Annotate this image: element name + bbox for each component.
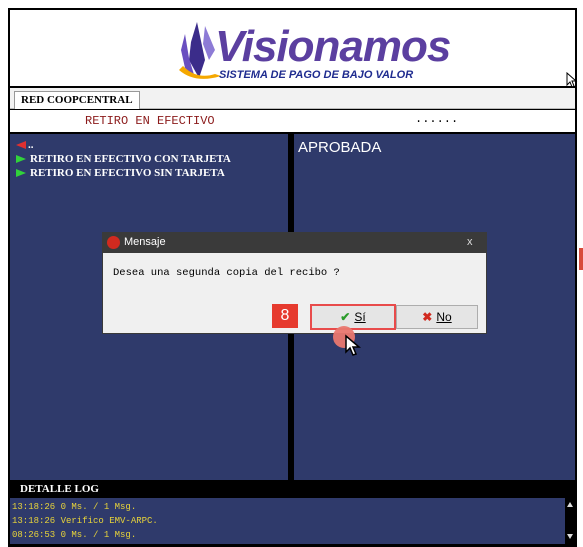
scroll-up-icon[interactable] — [567, 502, 573, 507]
log-header: DETALLE LOG — [10, 482, 575, 497]
green-arrow-icon — [16, 169, 26, 178]
menu-option-label: RETIRO EN EFECTIVO CON TARJETA — [30, 153, 231, 165]
close-icon[interactable]: x — [467, 236, 473, 248]
mouse-pointer-icon — [345, 334, 362, 356]
tab-bar: RED COOPCENTRAL — [10, 88, 575, 109]
yes-button-label: Sí — [354, 310, 366, 324]
logo-subtitle: SISTEMA DE PAGO DE BAJO VALOR — [219, 69, 414, 81]
menu-back-label: .. — [28, 139, 34, 151]
menu-option-con-tarjeta[interactable]: RETIRO EN EFECTIVO CON TARJETA — [16, 153, 231, 165]
transaction-header: RETIRO EN EFECTIVO ...... — [10, 110, 575, 132]
log-line: 08:26:53 0 Ms. / 1 Msg. — [12, 530, 137, 540]
check-icon: ✔ — [340, 310, 351, 324]
transaction-title: RETIRO EN EFECTIVO — [85, 114, 215, 128]
dialog-message: Desea una segunda copia del recibo ? — [113, 267, 340, 279]
logo-wordmark: Visionamos — [215, 22, 451, 71]
transaction-field: ...... — [415, 112, 459, 126]
hand-icon — [107, 236, 120, 249]
menu-option-label: RETIRO EN EFECTIVO SIN TARJETA — [30, 167, 225, 179]
mouse-cursor-icon — [566, 72, 578, 88]
no-button[interactable]: ✖ No — [396, 305, 478, 329]
step-badge: 8 — [272, 304, 298, 328]
log-line: 13:18:26 0 Ms. / 1 Msg. — [12, 502, 137, 512]
transaction-status: APROBADA — [298, 139, 382, 156]
visionamos-logo: Visionamos SISTEMA DE PAGO DE BAJO VALOR — [175, 16, 451, 82]
dialog-titlebar[interactable]: Mensaje x — [103, 233, 486, 253]
log-line: 13:18:26 Verifico EMV-ARPC. — [12, 516, 158, 526]
log-list: 13:18:26 0 Ms. / 1 Msg. 13:18:26 Verific… — [10, 498, 565, 544]
yes-button[interactable]: ✔ Sí — [310, 304, 396, 330]
log-title: DETALLE LOG — [20, 483, 99, 495]
dialog-title: Mensaje — [124, 236, 166, 248]
no-button-label: No — [436, 310, 452, 324]
edge-marker — [579, 248, 583, 270]
header-banner: Visionamos SISTEMA DE PAGO DE BAJO VALOR — [10, 10, 578, 88]
back-arrow-icon — [16, 141, 26, 150]
green-arrow-icon — [16, 155, 26, 164]
log-scrollbar[interactable] — [565, 498, 575, 544]
menu-back-item[interactable]: .. — [16, 139, 34, 151]
scroll-down-icon[interactable] — [567, 534, 573, 539]
x-icon: ✖ — [422, 310, 433, 324]
menu-option-sin-tarjeta[interactable]: RETIRO EN EFECTIVO SIN TARJETA — [16, 167, 225, 179]
tab-red-coopcentral[interactable]: RED COOPCENTRAL — [14, 91, 140, 109]
